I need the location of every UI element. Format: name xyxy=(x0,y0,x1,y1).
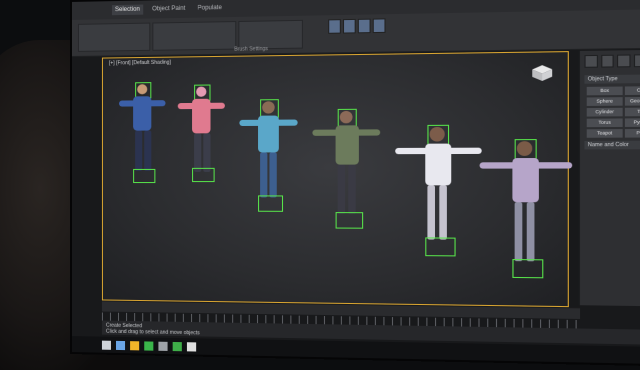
figure-5[interactable] xyxy=(395,123,482,270)
rollout-object-type[interactable]: Object Type xyxy=(584,74,640,84)
pyramid-button[interactable]: Pyramid xyxy=(624,118,640,127)
command-panel-tabs xyxy=(580,50,640,72)
primitive-buttons: Box Cone Sphere GeoSphere Cylinder Tube … xyxy=(586,86,640,138)
figure-6[interactable] xyxy=(479,137,573,296)
rollout-name-color[interactable]: Name and Color xyxy=(584,140,640,150)
tab-selection[interactable]: Selection xyxy=(111,4,143,16)
plane-button[interactable]: Plane xyxy=(624,128,640,138)
create-icon[interactable] xyxy=(584,54,598,68)
tab-object-paint[interactable]: Object Paint xyxy=(149,4,188,15)
figure-4[interactable] xyxy=(312,106,387,241)
figure-1[interactable] xyxy=(119,78,174,189)
torus-button[interactable]: Torus xyxy=(586,118,623,128)
hierarchy-icon[interactable] xyxy=(617,54,631,68)
start-icon[interactable] xyxy=(101,340,111,350)
viewport-front[interactable]: [+] [Front] [Default Shading] xyxy=(101,51,573,308)
ribbon-group-align xyxy=(77,22,151,52)
viewport-label: [+] [Front] [Default Shading] xyxy=(108,59,171,67)
folder-icon[interactable] xyxy=(130,340,140,350)
rotate-tool-icon[interactable] xyxy=(357,18,371,34)
figure-3[interactable] xyxy=(239,97,307,220)
geosphere-button[interactable]: GeoSphere xyxy=(624,96,640,106)
cylinder-button[interactable]: Cylinder xyxy=(586,107,623,117)
viewcube-icon[interactable] xyxy=(530,63,554,82)
app-icon[interactable] xyxy=(115,340,126,350)
ribbon-group-spacing xyxy=(152,21,237,51)
command-panel: Object Type Box Cone Sphere GeoSphere Cy… xyxy=(578,49,640,307)
box-button[interactable]: Box xyxy=(586,86,623,96)
teapot-button[interactable]: Teapot xyxy=(586,129,623,138)
app-icon[interactable] xyxy=(172,341,182,351)
app-icon[interactable] xyxy=(158,341,168,351)
move-tool-icon[interactable] xyxy=(342,18,356,34)
figure-2[interactable] xyxy=(177,82,233,194)
tab-populate[interactable]: Populate xyxy=(194,3,224,14)
sphere-button[interactable]: Sphere xyxy=(586,97,623,106)
app-icon[interactable] xyxy=(144,340,154,351)
motion-icon[interactable] xyxy=(633,54,640,68)
ribbon-group-brush xyxy=(238,19,303,50)
scale-tool-icon[interactable] xyxy=(372,18,386,34)
monitor-screen: Selection Object Paint Populate Brush Se… xyxy=(70,0,640,367)
modify-icon[interactable] xyxy=(600,54,614,68)
ribbon-caption: Brush Settings xyxy=(234,46,268,53)
tube-button[interactable]: Tube xyxy=(624,107,640,117)
select-tool-icon[interactable] xyxy=(328,19,341,34)
app-icon[interactable] xyxy=(186,341,197,352)
cone-button[interactable]: Cone xyxy=(624,86,640,96)
